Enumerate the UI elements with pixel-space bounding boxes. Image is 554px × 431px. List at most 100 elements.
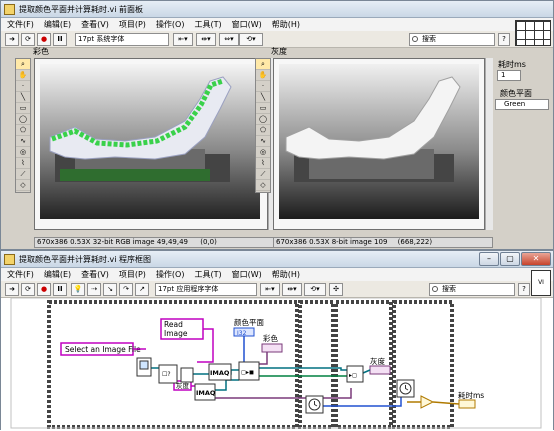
annulus-tool-icon[interactable]: ◎ — [16, 147, 30, 158]
line-tool-icon[interactable]: ╲ — [16, 92, 30, 103]
broken-line-tool-icon[interactable]: ⌇ — [16, 158, 30, 169]
pause-icon[interactable]: II — [53, 283, 67, 296]
step-into-icon[interactable]: ↘ — [103, 283, 117, 296]
menu-operate[interactable]: 操作(O) — [156, 18, 185, 31]
minimize-button[interactable]: – — [479, 252, 499, 266]
help-icon[interactable]: ? — [518, 283, 530, 296]
menu-window[interactable]: 窗口(W) — [232, 268, 262, 281]
freehand-tool-icon[interactable]: ∿ — [256, 136, 270, 147]
abort-icon[interactable]: ● — [37, 33, 51, 46]
menu-help[interactable]: 帮助(H) — [272, 268, 300, 281]
menu-operate[interactable]: 操作(O) — [156, 268, 185, 281]
line-tool-icon[interactable]: ╲ — [256, 92, 270, 103]
help-icon[interactable]: ? — [498, 33, 510, 46]
font-selector[interactable]: 17pt 系统字体 — [75, 33, 169, 46]
reorder-icon[interactable]: ⟲▾ — [239, 33, 263, 46]
search-input[interactable]: 搜索 — [429, 283, 515, 296]
color-image-label: 彩色 — [33, 47, 49, 56]
tick-count-node-1[interactable] — [305, 395, 324, 414]
abort-icon[interactable]: ● — [37, 283, 51, 296]
resize-objects-icon[interactable]: ⇔▾ — [219, 33, 239, 46]
run-arrow-icon[interactable]: ➜ — [5, 283, 19, 296]
freehand-tool-icon[interactable]: ∿ — [16, 136, 30, 147]
menu-help[interactable]: 帮助(H) — [272, 18, 300, 31]
polygon-tool-icon[interactable]: ⬠ — [16, 125, 30, 136]
zoom-tool-icon[interactable]: ⌕ — [256, 59, 270, 70]
gray-image-terminal[interactable] — [369, 365, 391, 375]
run-continuous-icon[interactable]: ⟳ — [21, 33, 35, 46]
color-plane-ring[interactable]: Green — [495, 99, 549, 110]
point-tool-icon[interactable]: · — [16, 81, 30, 92]
color-image-terminal[interactable] — [261, 343, 283, 353]
search-input[interactable]: 搜索 — [409, 33, 495, 46]
rect-tool-icon[interactable]: ▭ — [256, 103, 270, 114]
menu-window[interactable]: 窗口(W) — [232, 18, 262, 31]
font-selector[interactable]: 17pt 应用程序字体 — [155, 283, 257, 296]
broken-line-tool-icon[interactable]: ⌇ — [256, 158, 270, 169]
imaq-create-node-2[interactable]: IMAQ — [194, 383, 216, 401]
menu-file[interactable]: 文件(F) — [7, 268, 34, 281]
color-plane-terminal-text: I32 — [237, 330, 247, 337]
polyline-tool-icon[interactable]: ⟋ — [256, 169, 270, 180]
block-diagram-titlebar[interactable]: 提取颜色平面并计算耗时.vi 程序框图 – ▢ ✕ — [1, 251, 553, 268]
imaq-create-node-1[interactable] — [180, 367, 194, 383]
imaq-node-1[interactable]: IMAQ — [208, 363, 232, 381]
block-diagram-canvas[interactable]: Select an Image File Read Image 颜色平面 I32… — [1, 298, 553, 431]
image-to-display-node[interactable]: ▸◻ — [346, 365, 364, 383]
search-placeholder: 搜索 — [442, 285, 456, 293]
point-tool-icon[interactable]: · — [256, 81, 270, 92]
menu-edit[interactable]: 编辑(E) — [44, 268, 71, 281]
svg-text:☐?: ☐? — [162, 371, 171, 378]
menu-edit[interactable]: 编辑(E) — [44, 18, 71, 31]
pan-tool-icon[interactable]: ✋ — [16, 70, 30, 81]
zoom-tool-icon[interactable]: ⌕ — [16, 59, 30, 70]
extract-color-plane-node[interactable]: ◻▸◼ — [238, 361, 260, 381]
polyline-tool-icon[interactable]: ⟋ — [16, 169, 30, 180]
svg-text:▸◻: ▸◻ — [349, 372, 357, 379]
menu-project[interactable]: 项目(P) — [119, 18, 146, 31]
front-panel-titlebar[interactable]: 提取颜色平面并计算耗时.vi 前面板 — [1, 1, 553, 18]
oval-tool-icon[interactable]: ◯ — [16, 114, 30, 125]
align-objects-icon[interactable]: ⇤▾ — [173, 33, 193, 46]
menu-tools[interactable]: 工具(T) — [194, 268, 221, 281]
run-continuous-icon[interactable]: ⟳ — [21, 283, 35, 296]
highlight-execution-icon[interactable]: 💡 — [71, 283, 85, 296]
time-ms-terminal[interactable] — [458, 399, 476, 409]
oval-tool-icon[interactable]: ◯ — [256, 114, 270, 125]
distribute-objects-icon[interactable]: ⇹▾ — [282, 283, 302, 296]
menu-project[interactable]: 项目(P) — [119, 268, 146, 281]
gray-image-display[interactable] — [273, 58, 485, 230]
annulus-tool-icon[interactable]: ◎ — [256, 147, 270, 158]
menu-tools[interactable]: 工具(T) — [194, 18, 221, 31]
gray-image-scrollbar[interactable] — [485, 58, 493, 230]
polygon-tool-icon[interactable]: ⬠ — [256, 125, 270, 136]
distribute-objects-icon[interactable]: ⇹▾ — [196, 33, 216, 46]
gray-image-label: 灰度 — [271, 47, 287, 56]
run-arrow-icon[interactable]: ➜ — [5, 33, 19, 46]
file-dialog-node[interactable] — [136, 357, 152, 377]
menu-view[interactable]: 查看(V) — [81, 268, 109, 281]
time-term-bd-label: 耗时ms — [458, 390, 484, 400]
connector-pane-icon[interactable] — [515, 20, 551, 46]
retain-wire-values-icon[interactable]: ⇢ — [87, 283, 101, 296]
pause-icon[interactable]: II — [53, 33, 67, 46]
pan-tool-icon[interactable]: ✋ — [256, 70, 270, 81]
imaq-readfile-node[interactable]: ☐? — [158, 364, 178, 384]
menu-file[interactable]: 文件(F) — [7, 18, 34, 31]
close-button[interactable]: ✕ — [521, 252, 551, 266]
align-objects-icon[interactable]: ⇤▾ — [260, 283, 280, 296]
tick-count-node-2[interactable] — [396, 379, 415, 398]
menu-view[interactable]: 查看(V) — [81, 18, 109, 31]
rotate-rect-tool-icon[interactable]: ◇ — [256, 180, 270, 191]
color-image-display[interactable] — [34, 58, 268, 230]
step-over-icon[interactable]: ↷ — [119, 283, 133, 296]
cleanup-diagram-icon[interactable]: ✣ — [329, 283, 343, 296]
front-panel-title: 提取颜色平面并计算耗时.vi 前面板 — [19, 5, 144, 14]
subtract-node[interactable] — [420, 395, 435, 409]
front-panel-menubar: 文件(F) 编辑(E) 查看(V) 项目(P) 操作(O) 工具(T) 窗口(W… — [1, 18, 553, 31]
reorder-icon[interactable]: ⟲▾ — [304, 283, 326, 296]
step-out-icon[interactable]: ↗ — [135, 283, 149, 296]
rect-tool-icon[interactable]: ▭ — [16, 103, 30, 114]
rotate-rect-tool-icon[interactable]: ◇ — [16, 180, 30, 191]
maximize-button[interactable]: ▢ — [500, 252, 520, 266]
